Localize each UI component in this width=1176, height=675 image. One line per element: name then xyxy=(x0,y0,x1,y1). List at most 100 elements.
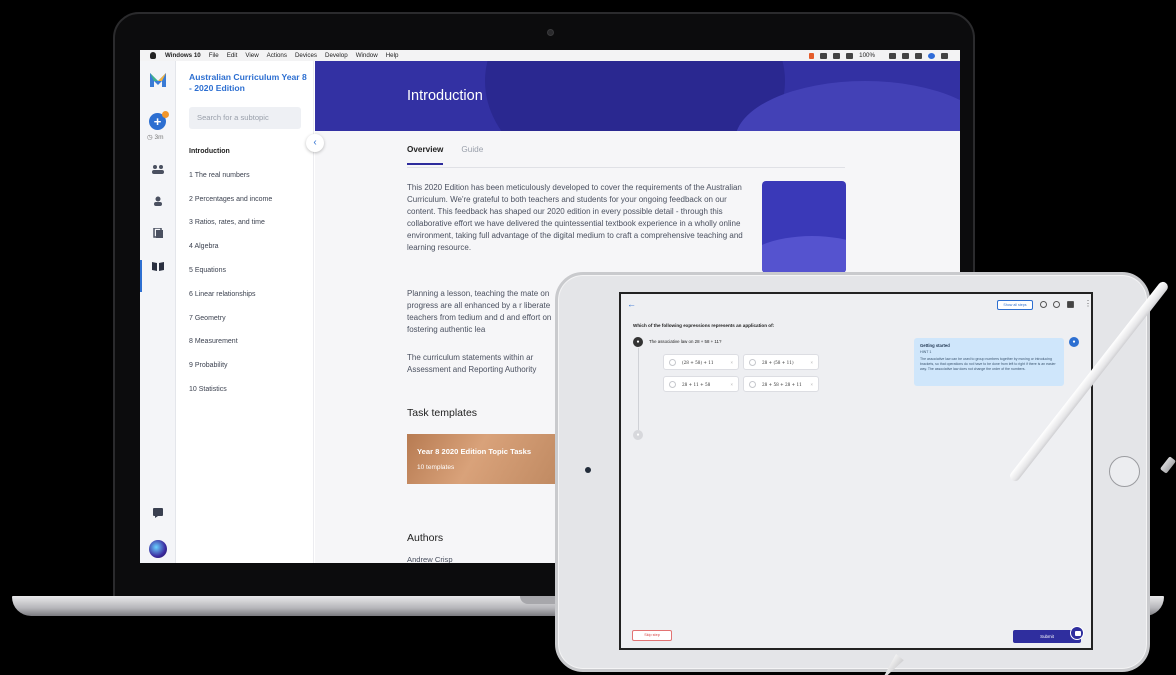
student-icon[interactable] xyxy=(152,196,164,206)
user-avatar[interactable] xyxy=(149,540,167,558)
siri-icon[interactable] xyxy=(928,52,935,59)
home-button[interactable] xyxy=(1109,456,1140,487)
worksheet-icon[interactable] xyxy=(152,228,164,238)
icon-rail: + ◷ 3m xyxy=(140,61,176,563)
answer-option[interactable]: 28 + (58 + 11) × xyxy=(743,354,819,370)
hint-panel: Getting started HINT 1 The associative l… xyxy=(914,338,1064,386)
chat-fab-icon[interactable] xyxy=(1070,626,1084,640)
option-text: 28 + 58 + 28 + 11 xyxy=(762,382,802,387)
more-options-icon[interactable]: ⋮ xyxy=(1084,299,1091,308)
menu-edit[interactable]: Edit xyxy=(227,52,238,59)
option-text: 28 + 11 + 58 xyxy=(682,382,711,387)
stage: Windows 10 File Edit View Actions Device… xyxy=(0,0,1176,675)
sidebar-item-geometry[interactable]: 7 Geometry xyxy=(189,314,272,338)
dismiss-icon[interactable]: × xyxy=(731,382,733,387)
tab-overview[interactable]: Overview xyxy=(407,145,444,165)
active-indicator xyxy=(140,260,142,292)
battery-percent: 100% xyxy=(859,52,875,59)
menu-window[interactable]: Window xyxy=(356,52,378,59)
battery-icon[interactable] xyxy=(889,52,896,59)
radio-icon[interactable] xyxy=(669,359,676,366)
collapse-sidebar-button[interactable]: ‹ xyxy=(306,134,324,152)
display-icon[interactable] xyxy=(846,52,854,59)
wifi-icon[interactable] xyxy=(833,52,841,59)
sidebar-item-algebra[interactable]: 4 Algebra xyxy=(189,242,272,266)
sidebar-item-percentages[interactable]: 2 Percentages and income xyxy=(189,195,272,219)
apple-icon[interactable] xyxy=(150,52,156,59)
answer-option[interactable]: 28 + 58 + 28 + 11 × xyxy=(743,376,819,392)
task-card-count: 10 templates xyxy=(417,464,455,471)
sidebar-item-linear[interactable]: 6 Linear relationships xyxy=(189,290,272,314)
hint-number: HINT 1 xyxy=(920,350,932,354)
chat-icon[interactable] xyxy=(152,508,164,518)
intro-paragraph: This 2020 Edition has been meticulously … xyxy=(407,183,743,252)
sidebar-item-ratios[interactable]: 3 Ratios, rates, and time xyxy=(189,218,272,242)
radio-icon[interactable] xyxy=(749,381,756,388)
dismiss-icon[interactable]: × xyxy=(811,382,813,387)
tab-guide[interactable]: Guide xyxy=(461,145,483,165)
radio-icon[interactable] xyxy=(749,359,756,366)
menu-file[interactable]: File xyxy=(209,52,219,59)
menu-actions[interactable]: Actions xyxy=(267,52,287,59)
textbook-title[interactable]: Australian Curriculum Year 8 - 2020 Edit… xyxy=(189,72,307,93)
hint-lightbulb-icon[interactable]: ● xyxy=(1069,337,1079,347)
step-marker-current: ● xyxy=(633,337,643,347)
option-text: 28 + (58 + 11) xyxy=(762,360,794,365)
step-marker-next: ● xyxy=(633,430,643,440)
keyboard-icon[interactable] xyxy=(820,52,828,59)
answer-option[interactable]: 28 + 11 + 58 × xyxy=(663,376,739,392)
option-text: (28 + 58) + 11 xyxy=(682,360,714,365)
page-title: Introduction xyxy=(407,88,483,104)
authors-heading: Authors xyxy=(407,532,444,544)
hero-wave xyxy=(485,61,785,131)
stylus-cap xyxy=(1159,456,1176,474)
curriculum-paragraph: The curriculum statements within ar Asse… xyxy=(407,353,537,374)
notification-badge xyxy=(162,111,169,118)
calculator-icon[interactable] xyxy=(1067,301,1074,308)
menu-help[interactable]: Help xyxy=(386,52,399,59)
sidebar-item-introduction[interactable]: Introduction xyxy=(189,147,272,171)
dismiss-icon[interactable]: × xyxy=(731,360,733,365)
flag-icon[interactable] xyxy=(902,52,909,59)
step-connector xyxy=(638,348,639,430)
tab-bar: Overview Guide xyxy=(407,145,483,165)
subtopic-search-input[interactable]: Search for a subtopic xyxy=(189,107,301,129)
question-statement: The associative law on 28 + 58 + 11? xyxy=(649,339,722,344)
menu-devices[interactable]: Devices xyxy=(295,52,317,59)
radio-icon[interactable] xyxy=(669,381,676,388)
sidebar-item-statistics[interactable]: 10 Statistics xyxy=(189,385,272,409)
back-arrow-icon[interactable]: ← xyxy=(627,299,636,309)
menu-list-icon[interactable] xyxy=(941,52,948,59)
sidebar-item-measurement[interactable]: 8 Measurement xyxy=(189,337,272,361)
textbook-cover[interactable] xyxy=(762,181,846,273)
session-timer: ◷ 3m xyxy=(147,134,164,141)
menu-view[interactable]: View xyxy=(245,52,258,59)
sidebar-item-equations[interactable]: 5 Equations xyxy=(189,266,272,290)
hero-banner: Introduction xyxy=(315,61,960,131)
classes-icon[interactable] xyxy=(152,164,164,174)
show-all-steps-button[interactable]: Show all steps xyxy=(997,300,1033,310)
menu-develop[interactable]: Develop xyxy=(325,52,348,59)
task-template-card[interactable]: Year 8 2020 Edition Topic Tasks 10 templ… xyxy=(407,434,557,484)
question-text: Which of the following expressions repre… xyxy=(633,323,775,328)
sidebar-item-probability[interactable]: 9 Probability xyxy=(189,361,272,385)
tab-divider xyxy=(407,167,845,168)
mathspace-logo-icon[interactable] xyxy=(150,73,166,87)
refresh-icon[interactable] xyxy=(1040,301,1047,308)
textbook-icon[interactable] xyxy=(152,261,164,271)
dismiss-icon[interactable]: × xyxy=(811,360,813,365)
skip-step-button[interactable]: Skip step xyxy=(632,630,672,641)
history-icon[interactable] xyxy=(1053,301,1060,308)
pause-icon[interactable] xyxy=(809,52,815,59)
cover-wave xyxy=(762,236,846,273)
search-icon[interactable] xyxy=(915,52,922,59)
answer-option[interactable]: (28 + 58) + 11 × xyxy=(663,354,739,370)
timer-label: 3m xyxy=(154,134,164,141)
status-icons: 100% xyxy=(809,50,948,61)
task-templates-heading: Task templates xyxy=(407,407,478,419)
tablet-camera xyxy=(585,467,591,473)
sidebar-item-real-numbers[interactable]: 1 The real numbers xyxy=(189,171,272,195)
planning-paragraph: Planning a lesson, teaching the mate on … xyxy=(407,289,552,334)
menu-windows10[interactable]: Windows 10 xyxy=(165,52,201,59)
task-card-title: Year 8 2020 Edition Topic Tasks xyxy=(417,447,532,456)
